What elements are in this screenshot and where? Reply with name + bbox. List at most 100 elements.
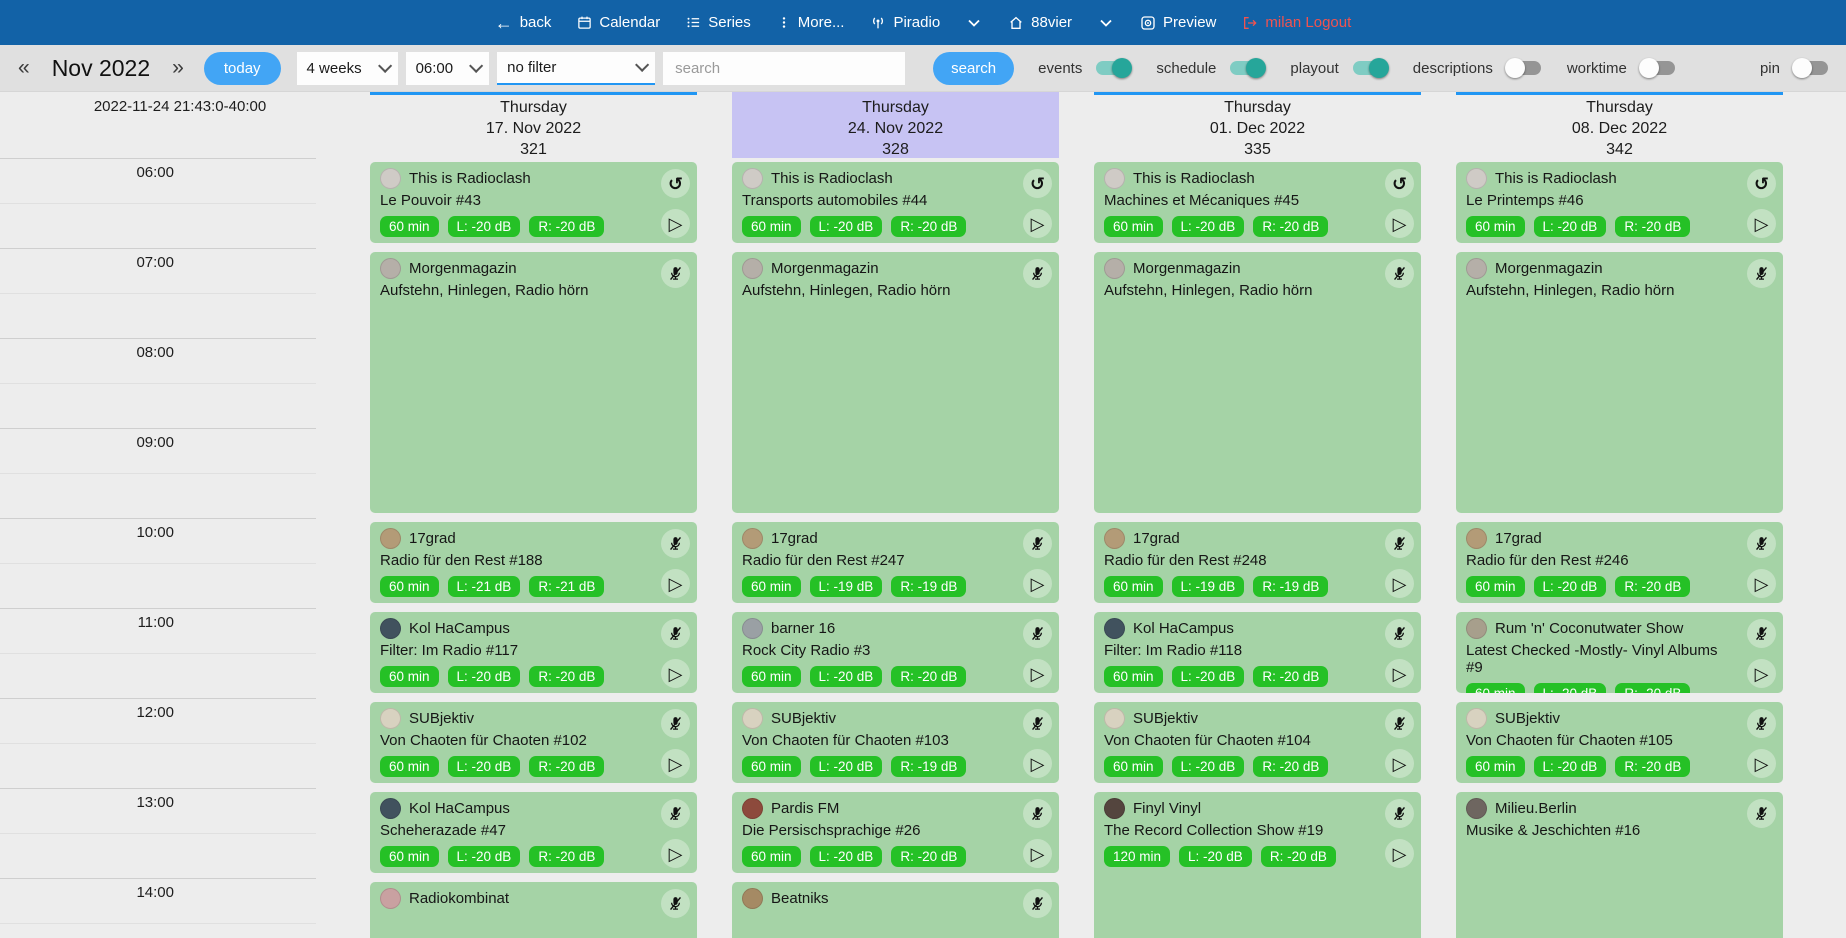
event-card[interactable]: SUBjektiv Von Chaoten für Chaoten #105 6… — [1456, 702, 1783, 783]
event-card[interactable]: 17grad Radio für den Rest #248 60 minL: … — [1094, 522, 1421, 603]
event-card[interactable]: Kol HaCampus Scheherazade #47 60 minL: -… — [370, 792, 697, 873]
toggle-worktime[interactable]: worktime — [1567, 60, 1675, 77]
play-icon[interactable]: ▷ — [1023, 749, 1052, 778]
mic-off-icon[interactable] — [1023, 619, 1052, 648]
event-card[interactable]: This is Radioclash Le Pouvoir #43 60 min… — [370, 162, 697, 243]
start-time-select[interactable]: 06:00 — [406, 52, 490, 85]
event-card[interactable]: Morgenmagazin Aufstehn, Hinlegen, Radio … — [370, 252, 697, 513]
mic-off-icon[interactable] — [1023, 259, 1052, 288]
toggle-events[interactable]: events — [1038, 60, 1130, 77]
play-icon[interactable]: ▷ — [661, 209, 690, 238]
event-card[interactable]: Rum 'n' Coconutwater Show Latest Checked… — [1456, 612, 1783, 693]
play-icon[interactable]: ▷ — [1385, 839, 1414, 868]
toggle-playout[interactable]: playout — [1290, 60, 1386, 77]
play-icon[interactable]: ▷ — [661, 569, 690, 598]
mic-off-icon[interactable] — [1023, 529, 1052, 558]
mic-off-icon[interactable] — [661, 889, 690, 918]
play-icon[interactable]: ▷ — [661, 749, 690, 778]
search-input[interactable] — [663, 52, 905, 85]
next-period-button[interactable]: » — [164, 56, 192, 80]
toggle-switch[interactable] — [1641, 61, 1675, 75]
preview-button[interactable]: Preview — [1140, 14, 1216, 31]
event-card[interactable]: Milieu.Berlin Musike & Jeschichten #16 — [1456, 792, 1783, 938]
play-icon[interactable]: ▷ — [1023, 209, 1052, 238]
mic-off-icon[interactable] — [661, 709, 690, 738]
play-icon[interactable]: ▷ — [1747, 209, 1776, 238]
event-card[interactable]: Morgenmagazin Aufstehn, Hinlegen, Radio … — [1456, 252, 1783, 513]
play-icon[interactable]: ▷ — [1747, 659, 1776, 688]
event-card[interactable]: SUBjektiv Von Chaoten für Chaoten #103 6… — [732, 702, 1059, 783]
mic-off-icon[interactable] — [661, 799, 690, 828]
play-icon[interactable]: ▷ — [1747, 569, 1776, 598]
toggle-pin[interactable]: pin — [1760, 60, 1828, 77]
nav-item-series[interactable]: Series — [686, 14, 751, 31]
toggle-switch[interactable] — [1794, 61, 1828, 75]
replay-icon[interactable]: ↺ — [1747, 169, 1776, 198]
play-icon[interactable]: ▷ — [1385, 209, 1414, 238]
event-card[interactable]: Kol HaCampus Filter: Im Radio #118 60 mi… — [1094, 612, 1421, 693]
more-menu-button[interactable]: More... — [777, 14, 845, 31]
mic-off-icon[interactable] — [1385, 259, 1414, 288]
event-card[interactable]: 17grad Radio für den Rest #247 60 minL: … — [732, 522, 1059, 603]
mic-off-icon[interactable] — [1385, 799, 1414, 828]
mic-off-icon[interactable] — [661, 529, 690, 558]
mic-off-icon[interactable] — [661, 619, 690, 648]
event-card[interactable]: SUBjektiv Von Chaoten für Chaoten #102 6… — [370, 702, 697, 783]
play-icon[interactable]: ▷ — [1023, 839, 1052, 868]
toggle-switch[interactable] — [1230, 61, 1264, 75]
mic-off-icon[interactable] — [661, 259, 690, 288]
toggle-switch[interactable] — [1096, 61, 1130, 75]
toggle-descriptions[interactable]: descriptions — [1413, 60, 1541, 77]
play-icon[interactable]: ▷ — [1747, 749, 1776, 778]
event-card[interactable]: Finyl Vinyl The Record Collection Show #… — [1094, 792, 1421, 938]
toggle-switch[interactable] — [1507, 61, 1541, 75]
back-button[interactable]: ← back — [495, 14, 552, 32]
event-card[interactable]: Morgenmagazin Aufstehn, Hinlegen, Radio … — [732, 252, 1059, 513]
replay-icon[interactable]: ↺ — [1385, 169, 1414, 198]
event-card[interactable]: 17grad Radio für den Rest #188 60 minL: … — [370, 522, 697, 603]
play-icon[interactable]: ▷ — [1385, 659, 1414, 688]
toggle-switch[interactable] — [1353, 61, 1387, 75]
logout-button[interactable]: milan Logout — [1242, 14, 1351, 31]
play-icon[interactable]: ▷ — [1023, 569, 1052, 598]
nav-item-calendar[interactable]: Calendar — [577, 14, 660, 31]
event-card[interactable]: Morgenmagazin Aufstehn, Hinlegen, Radio … — [1094, 252, 1421, 513]
event-card[interactable]: SUBjektiv Von Chaoten für Chaoten #104 6… — [1094, 702, 1421, 783]
mic-off-icon[interactable] — [1747, 259, 1776, 288]
event-card[interactable]: This is Radioclash Transports automobile… — [732, 162, 1059, 243]
toggle-schedule[interactable]: schedule — [1156, 60, 1264, 77]
event-card[interactable]: Pardis FM Die Persischsprachige #26 60 m… — [732, 792, 1059, 873]
mic-off-icon[interactable] — [1023, 889, 1052, 918]
prev-period-button[interactable]: « — [10, 56, 38, 80]
event-card[interactable]: This is Radioclash Le Printemps #46 60 m… — [1456, 162, 1783, 243]
mic-off-icon[interactable] — [1023, 799, 1052, 828]
replay-icon[interactable]: ↺ — [1023, 169, 1052, 198]
play-icon[interactable]: ▷ — [1023, 659, 1052, 688]
today-button[interactable]: today — [204, 52, 281, 85]
piradio-dropdown-chevron[interactable] — [966, 19, 982, 27]
event-card[interactable]: Radiokombinat — [370, 882, 697, 938]
nav-item-station[interactable]: 88vier — [1008, 14, 1072, 31]
mic-off-icon[interactable] — [1747, 529, 1776, 558]
filter-select[interactable]: no filter — [497, 52, 655, 85]
mic-off-icon[interactable] — [1385, 619, 1414, 648]
search-button[interactable]: search — [933, 52, 1014, 85]
play-icon[interactable]: ▷ — [661, 839, 690, 868]
range-select[interactable]: 4 weeks — [297, 52, 398, 85]
nav-item-piradio[interactable]: Piradio — [870, 14, 940, 31]
mic-off-icon[interactable] — [1747, 619, 1776, 648]
event-card[interactable]: This is Radioclash Machines et Mécanique… — [1094, 162, 1421, 243]
play-icon[interactable]: ▷ — [1385, 749, 1414, 778]
station-dropdown-chevron[interactable] — [1098, 19, 1114, 27]
replay-icon[interactable]: ↺ — [661, 169, 690, 198]
event-card[interactable]: Kol HaCampus Filter: Im Radio #117 60 mi… — [370, 612, 697, 693]
event-card[interactable]: Beatniks — [732, 882, 1059, 938]
mic-off-icon[interactable] — [1747, 709, 1776, 738]
play-icon[interactable]: ▷ — [661, 659, 690, 688]
mic-off-icon[interactable] — [1385, 709, 1414, 738]
event-card[interactable]: 17grad Radio für den Rest #246 60 minL: … — [1456, 522, 1783, 603]
play-icon[interactable]: ▷ — [1385, 569, 1414, 598]
mic-off-icon[interactable] — [1385, 529, 1414, 558]
event-card[interactable]: barner 16 Rock City Radio #3 60 minL: -2… — [732, 612, 1059, 693]
mic-off-icon[interactable] — [1023, 709, 1052, 738]
